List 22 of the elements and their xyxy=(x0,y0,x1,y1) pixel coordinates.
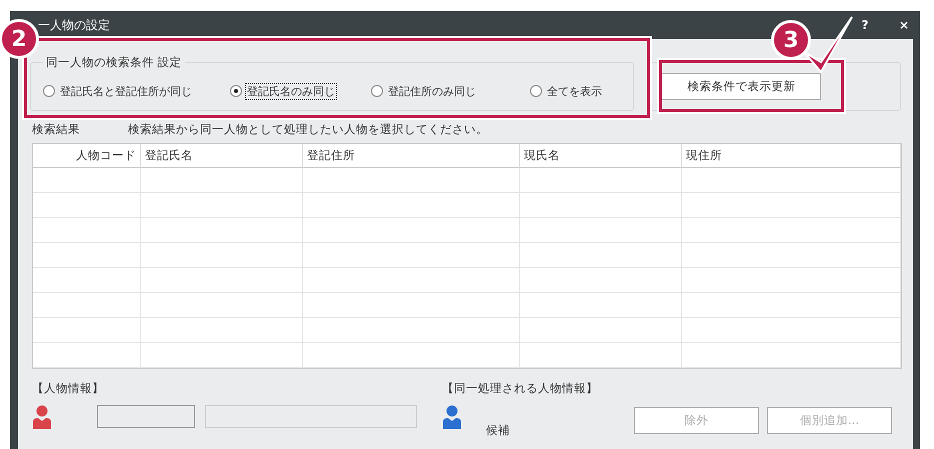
column-header[interactable]: 現住所 xyxy=(682,144,901,168)
check-mark-icon xyxy=(802,14,854,76)
help-button[interactable]: ? xyxy=(855,14,875,36)
window-title: 一人物の設定 xyxy=(38,16,111,34)
candidate-label: 候補 xyxy=(486,423,511,438)
person-icon xyxy=(32,405,52,429)
section-heading: 【同一処理される人物情報】 xyxy=(442,381,599,397)
results-label: 検索結果 xyxy=(32,122,81,136)
instruction-text: 検索結果から同一人物として処理したい人物を選択してください。 xyxy=(128,122,488,136)
person-icon xyxy=(442,405,462,429)
column-header[interactable]: 登記氏名 xyxy=(141,144,303,168)
column-header[interactable]: 人物コード xyxy=(33,144,141,168)
close-button[interactable]: × xyxy=(894,14,914,36)
column-header[interactable]: 登記住所 xyxy=(303,144,520,168)
radio-option[interactable]: 全てを表示 xyxy=(530,82,604,100)
column-header[interactable]: 現氏名 xyxy=(520,144,682,168)
group-legend: 同一人物の検索条件 設定 xyxy=(43,55,185,70)
refresh-button[interactable]: 検索条件で表示更新 xyxy=(661,73,822,100)
step-badge: 2 xyxy=(0,19,39,59)
radio-option[interactable]: 登記住所のみ同じ xyxy=(371,82,478,100)
radio-option[interactable]: 登記氏名と登記住所が同じ xyxy=(43,82,194,100)
section-heading: 【人物情報】 xyxy=(32,381,105,397)
